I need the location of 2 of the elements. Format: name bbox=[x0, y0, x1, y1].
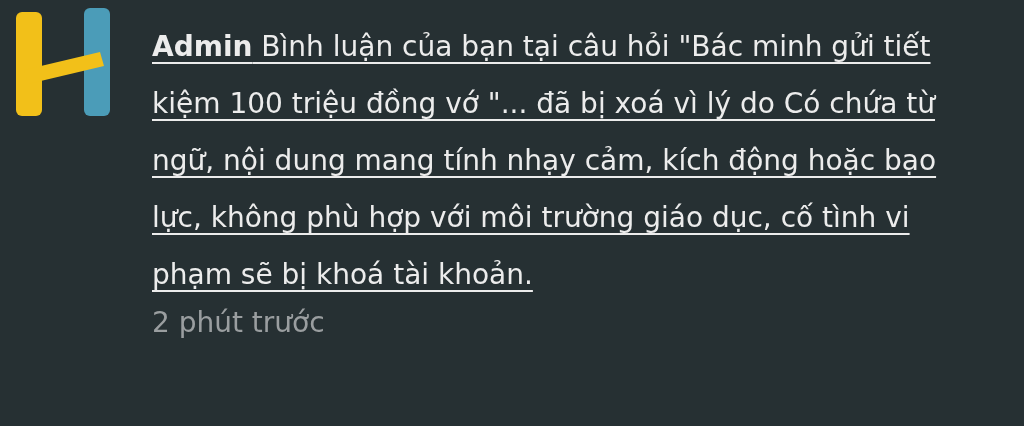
notification-link[interactable]: Admin Bình luận của bạn tại câu hỏi "Bác minh gửi tiết kiệm 100 triệu đồng vớ "... đã bị xoá vì lý do Có chứa từ ngữ, nội dung mang tính nhạy cảm, kích động hoặc bạo lực, không phù hợp với môi trường giáo dục, cố tình vi phạm sẽ bị khoá tài khoản. bbox=[152, 18, 972, 303]
timestamp: 2 phút trước bbox=[152, 305, 326, 341]
